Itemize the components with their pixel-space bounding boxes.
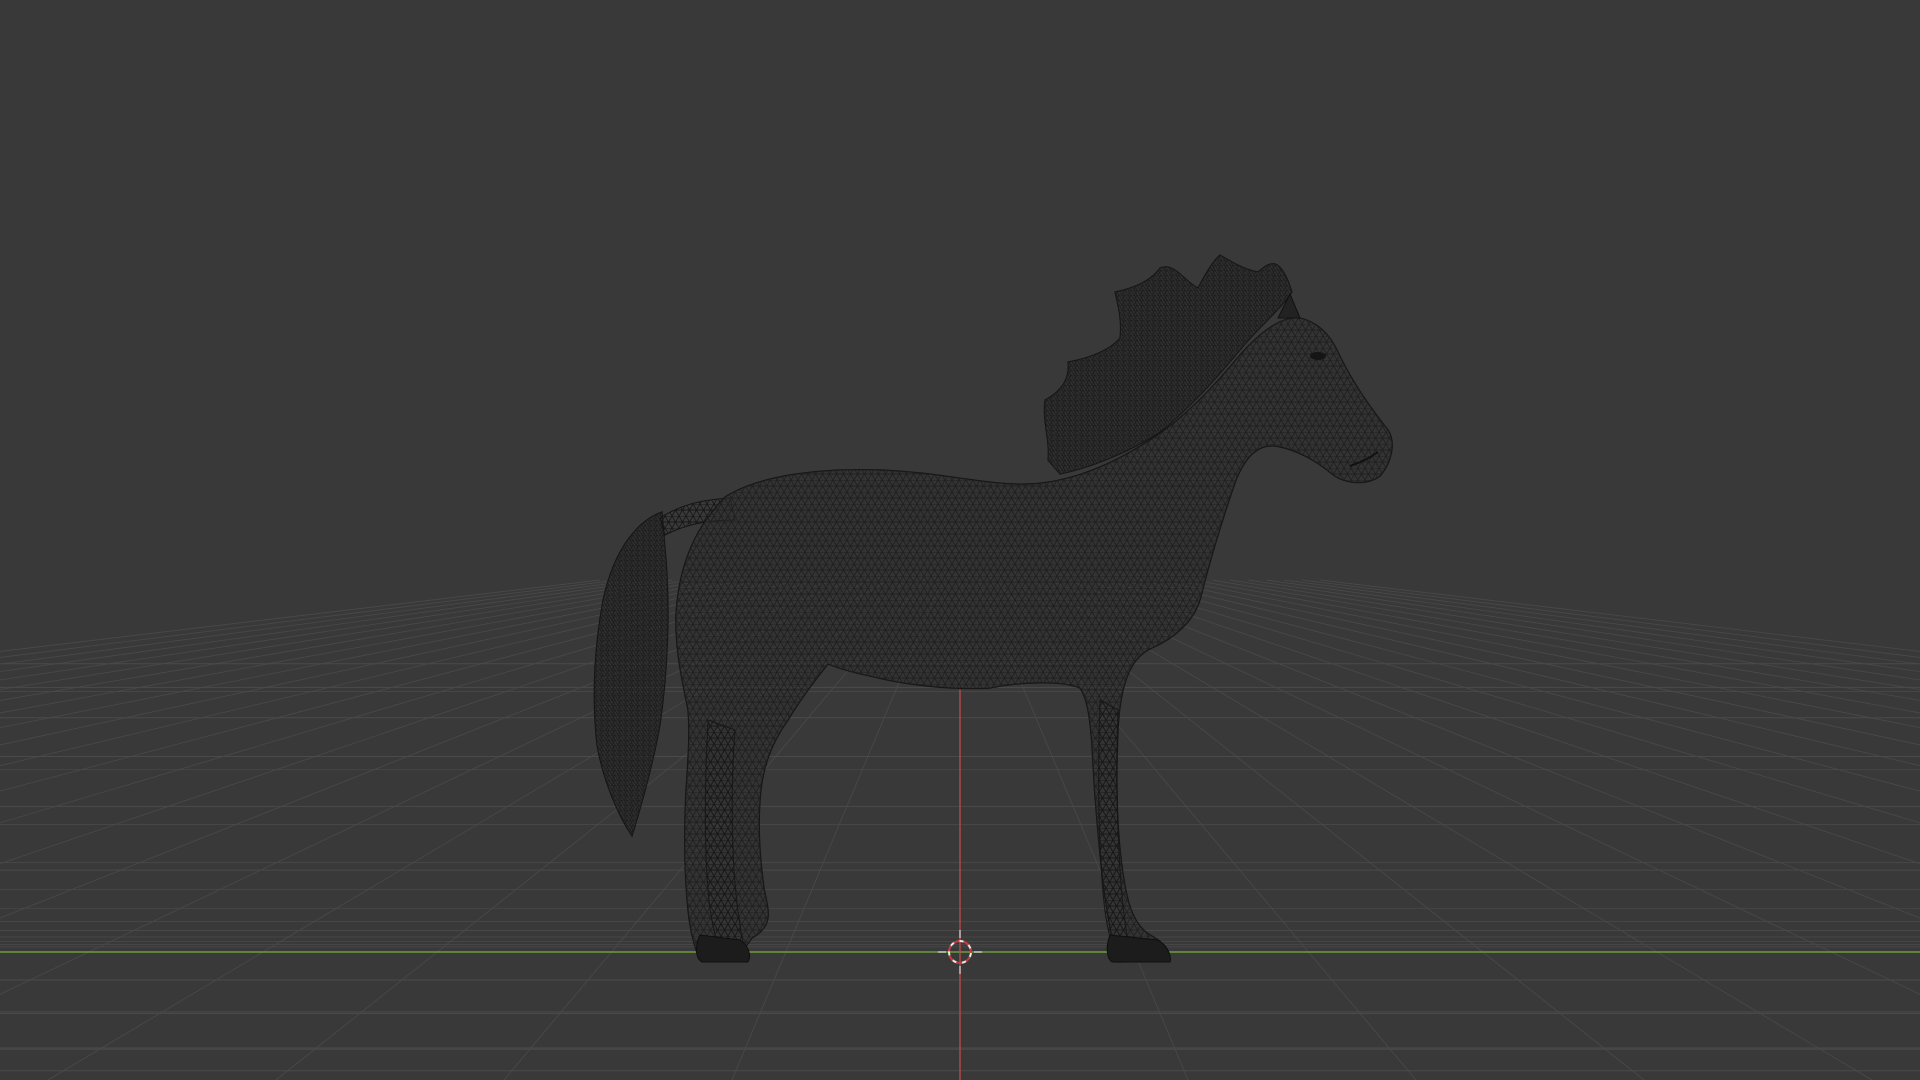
grid-line xyxy=(1049,579,1920,995)
grid-line xyxy=(1211,579,1920,701)
3d-viewport[interactable] xyxy=(0,0,1920,1080)
grid-line xyxy=(1031,579,1873,1080)
grid-line xyxy=(0,579,601,652)
grid-line xyxy=(1103,579,1920,824)
horse-mesh[interactable] xyxy=(593,254,1393,963)
grid-line xyxy=(1193,579,1920,714)
grid-line xyxy=(1175,579,1920,729)
grid-line xyxy=(1247,579,1920,681)
grid-line xyxy=(1157,579,1920,746)
grid-line xyxy=(1301,579,1920,658)
grid-line xyxy=(0,579,619,658)
viewport-scene xyxy=(0,254,1920,1080)
grid-line xyxy=(0,579,673,681)
grid-line xyxy=(1319,579,1920,652)
grid-line xyxy=(1067,579,1920,919)
